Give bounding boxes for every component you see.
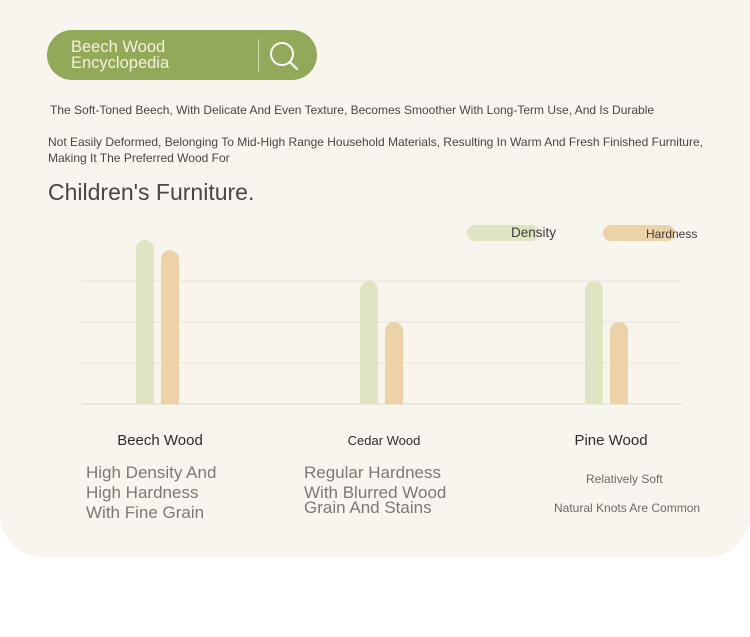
bar-density-pine-wood	[585, 281, 603, 413]
bar-hardness-cedar-wood	[385, 322, 403, 413]
info-card: Beech Wood Encyclopedia The Soft-Toned B…	[0, 0, 750, 557]
bar-chart	[0, 240, 750, 420]
bar-density-beech-wood	[136, 240, 154, 413]
bar-density-cedar-wood	[360, 281, 378, 413]
cedar-desc-line3: Grain And Stains	[304, 498, 432, 517]
category-label-cedar: Cedar Wood	[347, 433, 421, 448]
category-label-pine: Pine Wood	[574, 432, 648, 449]
bar-hardness-beech-wood	[161, 250, 179, 413]
beech-desc-line2: High Hardness	[86, 483, 199, 502]
pine-desc-line1: Relatively Soft	[586, 472, 663, 486]
category-label-beech: Beech Wood	[117, 432, 203, 449]
cedar-desc-line1: Regular Hardness	[304, 463, 442, 482]
pine-desc-line2: Natural Knots Are Common	[554, 501, 701, 515]
beech-desc-line1: High Density And	[86, 463, 217, 482]
chart-base-mask	[0, 404, 750, 420]
cedar-description: Regular Hardness With Blurred Wood Grain…	[304, 463, 446, 518]
bar-hardness-pine-wood	[610, 322, 628, 413]
beech-description: High Density And High Hardness With Fine…	[86, 463, 216, 523]
beech-desc-line3: With Fine Grain	[86, 503, 205, 522]
